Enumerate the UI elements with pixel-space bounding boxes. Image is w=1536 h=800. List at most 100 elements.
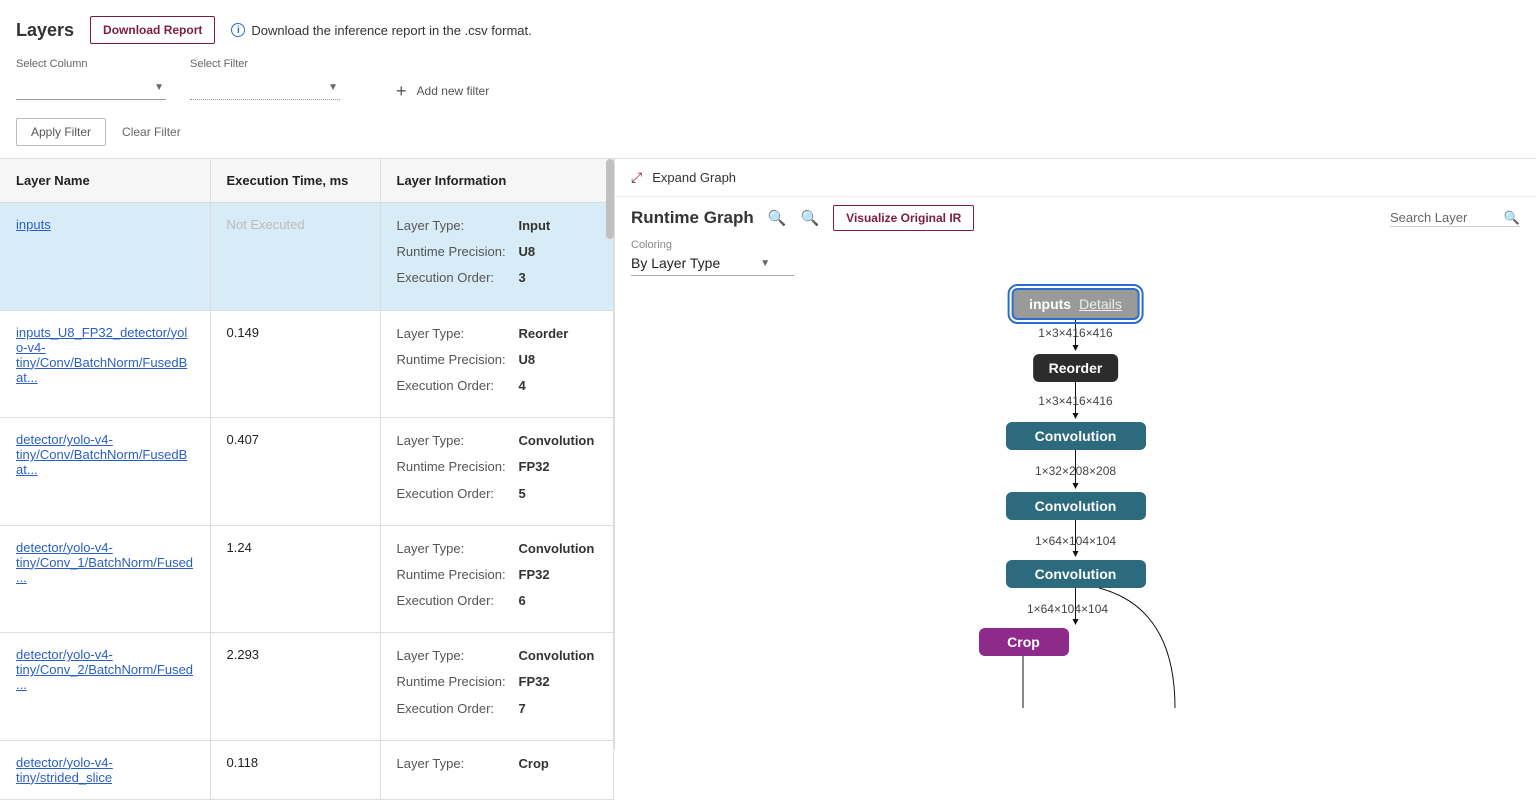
graph-node-crop[interactable]: Crop xyxy=(979,628,1069,656)
graph-node-convolution[interactable]: Convolution xyxy=(1006,422,1146,450)
exec-time: 1.24 xyxy=(227,540,252,555)
expand-graph-link[interactable]: Expand Graph xyxy=(652,170,736,185)
download-report-button[interactable]: Download Report xyxy=(90,16,215,44)
zoom-in-icon[interactable]: 🔍 xyxy=(768,209,787,227)
zoom-out-icon[interactable]: 🔍 xyxy=(800,209,819,227)
layer-name-link[interactable]: inputs_U8_FP32_detector/yolo-v4-tiny/Con… xyxy=(16,325,194,385)
info-key: Execution Order: xyxy=(397,592,509,610)
info-key: Runtime Precision: xyxy=(397,458,509,476)
select-column[interactable]: ▼ xyxy=(16,76,166,100)
info-val: U8 xyxy=(519,243,536,261)
layer-name-link[interactable]: detector/yolo-v4-tiny/Conv_2/BatchNorm/F… xyxy=(16,647,194,692)
node-label: Reorder xyxy=(1049,360,1103,376)
runtime-graph-title: Runtime Graph xyxy=(631,208,754,228)
edge-label: 1×64×104×104 xyxy=(1027,602,1108,616)
info-val: FP32 xyxy=(519,673,550,691)
add-new-filter-button[interactable]: + Add new filter xyxy=(396,82,489,100)
layers-table-panel: Layer Name Execution Time, ms Layer Info… xyxy=(0,158,614,749)
graph-node-reorder[interactable]: Reorder xyxy=(1033,354,1119,382)
plus-icon: + xyxy=(396,82,407,100)
exec-time: 2.293 xyxy=(227,647,260,662)
graph-canvas[interactable]: inputs Details 1×3×416×416 Reorder 1×3×4… xyxy=(615,288,1536,708)
info-key: Runtime Precision: xyxy=(397,673,509,691)
node-label: Crop xyxy=(1007,634,1040,650)
edge-label: 1×64×104×104 xyxy=(1035,534,1116,548)
coloring-select[interactable]: By Layer Type ▼ xyxy=(631,251,794,276)
info-key: Runtime Precision: xyxy=(397,243,509,261)
node-details-link[interactable]: Details xyxy=(1079,296,1122,312)
edge-label: 1×32×208×208 xyxy=(1035,464,1116,478)
info-key: Layer Type: xyxy=(397,755,509,773)
info-key: Runtime Precision: xyxy=(397,566,509,584)
info-text: Download the inference report in the .cs… xyxy=(251,23,531,38)
info-val: 6 xyxy=(519,592,526,610)
info-val: 3 xyxy=(519,269,526,287)
select-filter-label: Select Filter xyxy=(190,58,340,70)
runtime-graph-panel: ⤢ Expand Graph Runtime Graph 🔍 🔍 Visuali… xyxy=(614,158,1536,749)
info-val: Reorder xyxy=(519,325,569,343)
select-filter[interactable]: ▼ xyxy=(190,76,340,100)
exec-time: Not Executed xyxy=(227,217,305,232)
col-exec-time[interactable]: Execution Time, ms xyxy=(210,159,380,203)
table-row[interactable]: inputs Not Executed Layer Type: Input Run… xyxy=(0,203,614,311)
layer-name-link[interactable]: detector/yolo-v4-tiny/Conv_1/BatchNorm/F… xyxy=(16,540,194,585)
search-icon[interactable]: 🔍 xyxy=(1504,210,1520,226)
info-key: Execution Order: xyxy=(397,485,509,503)
info-key: Layer Type: xyxy=(397,432,509,450)
edge-label: 1×3×416×416 xyxy=(1038,394,1112,408)
info-val: 5 xyxy=(519,485,526,503)
info-key: Execution Order: xyxy=(397,377,509,395)
info-val: Convolution xyxy=(519,432,595,450)
chevron-down-icon: ▼ xyxy=(760,258,770,269)
add-filter-label: Add new filter xyxy=(417,84,490,98)
apply-filter-button[interactable]: Apply Filter xyxy=(16,118,106,146)
info-val: Convolution xyxy=(519,540,595,558)
info-key: Execution Order: xyxy=(397,269,509,287)
coloring-value: By Layer Type xyxy=(631,255,720,271)
table-row[interactable]: detector/yolo-v4-tiny/Conv/BatchNorm/Fus… xyxy=(0,418,614,526)
info-val: 7 xyxy=(519,700,526,718)
info-val: Crop xyxy=(519,755,549,773)
search-layer-input[interactable] xyxy=(1390,210,1490,225)
info-key: Layer Type: xyxy=(397,540,509,558)
info-val: Input xyxy=(519,217,551,235)
info-val: U8 xyxy=(519,351,536,369)
info-key: Runtime Precision: xyxy=(397,351,509,369)
table-row[interactable]: detector/yolo-v4-tiny/strided_slice 0.11… xyxy=(0,740,614,799)
graph-node-convolution[interactable]: Convolution xyxy=(1006,492,1146,520)
coloring-label: Coloring xyxy=(631,239,1520,251)
node-label: Convolution xyxy=(1035,428,1117,444)
chevron-down-icon: ▼ xyxy=(154,82,164,93)
info-key: Layer Type: xyxy=(397,217,509,235)
node-label: Convolution xyxy=(1035,566,1117,582)
info-key: Layer Type: xyxy=(397,325,509,343)
table-row[interactable]: detector/yolo-v4-tiny/Conv_2/BatchNorm/F… xyxy=(0,633,614,741)
expand-icon[interactable]: ⤢ xyxy=(631,169,642,186)
exec-time: 0.118 xyxy=(227,755,259,770)
visualize-original-ir-button[interactable]: Visualize Original IR xyxy=(833,205,974,231)
node-label: Convolution xyxy=(1035,498,1117,514)
layer-name-link[interactable]: inputs xyxy=(16,217,51,232)
exec-time: 0.149 xyxy=(227,325,260,340)
table-row[interactable]: detector/yolo-v4-tiny/Conv_1/BatchNorm/F… xyxy=(0,525,614,633)
graph-node-convolution[interactable]: Convolution xyxy=(1006,560,1146,588)
layer-name-link[interactable]: detector/yolo-v4-tiny/strided_slice xyxy=(16,755,194,785)
col-layer-name[interactable]: Layer Name xyxy=(0,159,210,203)
page-title: Layers xyxy=(16,20,74,41)
info-val: FP32 xyxy=(519,566,550,584)
select-column-label: Select Column xyxy=(16,58,166,70)
info-val: FP32 xyxy=(519,458,550,476)
layer-name-link[interactable]: detector/yolo-v4-tiny/Conv/BatchNorm/Fus… xyxy=(16,432,194,477)
info-val: 4 xyxy=(519,377,526,395)
scrollbar[interactable] xyxy=(606,159,614,239)
col-layer-info[interactable]: Layer Information xyxy=(380,159,614,203)
info-row: i Download the inference report in the .… xyxy=(231,23,531,38)
chevron-down-icon: ▼ xyxy=(328,82,338,93)
info-icon: i xyxy=(231,23,245,37)
table-row[interactable]: inputs_U8_FP32_detector/yolo-v4-tiny/Con… xyxy=(0,310,614,418)
node-label: inputs xyxy=(1029,296,1071,312)
info-val: Convolution xyxy=(519,647,595,665)
graph-node-inputs[interactable]: inputs Details xyxy=(1011,288,1140,320)
edge-label: 1×3×416×416 xyxy=(1038,326,1112,340)
clear-filter-link[interactable]: Clear Filter xyxy=(122,125,181,139)
